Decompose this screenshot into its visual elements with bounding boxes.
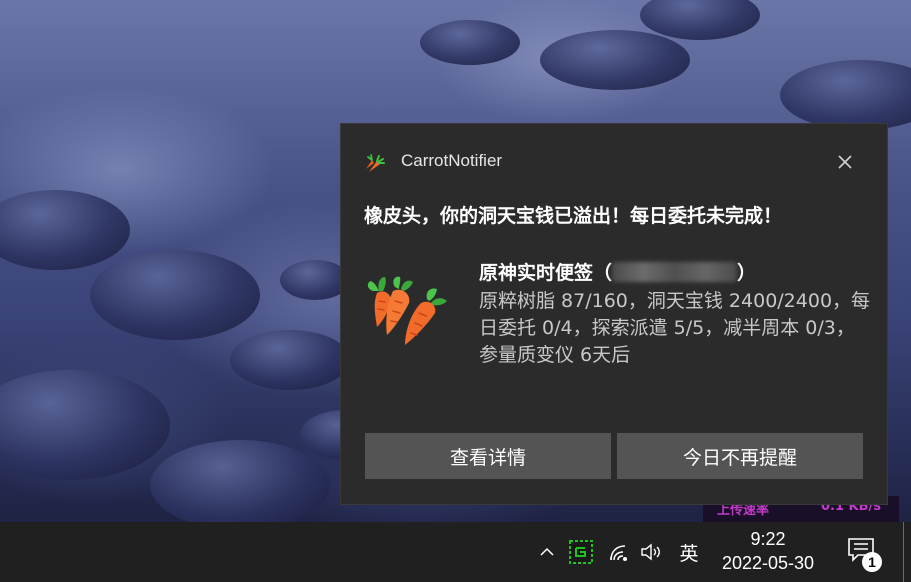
dismiss-today-button[interactable]: 今日不再提醒 bbox=[617, 433, 863, 479]
app-name: CarrotNotifier bbox=[401, 151, 503, 170]
volume-button[interactable] bbox=[638, 522, 666, 582]
wallpaper-rock bbox=[230, 330, 350, 390]
redacted-uid bbox=[612, 262, 738, 282]
wallpaper-rock bbox=[0, 370, 170, 480]
ime-indicator[interactable]: 英 bbox=[672, 522, 706, 582]
wallpaper-rock bbox=[0, 190, 130, 270]
wallpaper-rock bbox=[780, 60, 911, 130]
action-center-button[interactable]: 1 bbox=[838, 522, 888, 582]
wallpaper-rock bbox=[150, 440, 330, 530]
clock[interactable]: 9:22 2022-05-30 bbox=[706, 522, 830, 582]
network-icon bbox=[610, 545, 627, 561]
network-button[interactable] bbox=[606, 522, 634, 582]
subtitle-prefix: 原神实时便签（ bbox=[479, 262, 613, 284]
wallpaper-rock bbox=[90, 250, 260, 340]
carrots-image bbox=[367, 276, 447, 345]
close-icon[interactable] bbox=[835, 152, 855, 172]
wallpaper-rock bbox=[540, 30, 690, 90]
toast-title: 橡皮头，你的洞天宝钱已溢出！每日委托未完成！ bbox=[364, 205, 783, 227]
notification-count-badge: 1 bbox=[862, 552, 882, 572]
app-tray-button[interactable] bbox=[564, 522, 598, 582]
clock-date: 2022-05-30 bbox=[721, 553, 815, 573]
toast-body-text: 原粹树脂 87/160，洞天宝钱 2400/2400，每日委托 0/4，探索派遣… bbox=[479, 290, 871, 366]
clock-time: 9:22 bbox=[750, 529, 786, 549]
wallpaper-rock bbox=[280, 260, 350, 300]
show-desktop-button[interactable] bbox=[903, 522, 904, 582]
taskbar: 英 9:22 2022-05-30 1 bbox=[0, 522, 911, 582]
wallpaper-rock bbox=[420, 20, 520, 65]
volume-icon bbox=[641, 543, 660, 561]
toast-subtitle: 原神实时便签（ ） bbox=[479, 258, 756, 285]
carrot-icon bbox=[366, 154, 385, 172]
subtitle-suffix: ） bbox=[737, 262, 757, 284]
app-tray-icon bbox=[569, 540, 593, 564]
toast-notification[interactable]: CarrotNotifier 橡皮头，你的洞天宝钱已溢出！每日委托未完成！ 原神… bbox=[341, 124, 887, 504]
show-hidden-icons-button[interactable] bbox=[533, 522, 561, 582]
view-details-button[interactable]: 查看详情 bbox=[365, 433, 611, 479]
wallpaper-rock bbox=[640, 0, 760, 40]
chevron-up-icon bbox=[540, 547, 554, 556]
